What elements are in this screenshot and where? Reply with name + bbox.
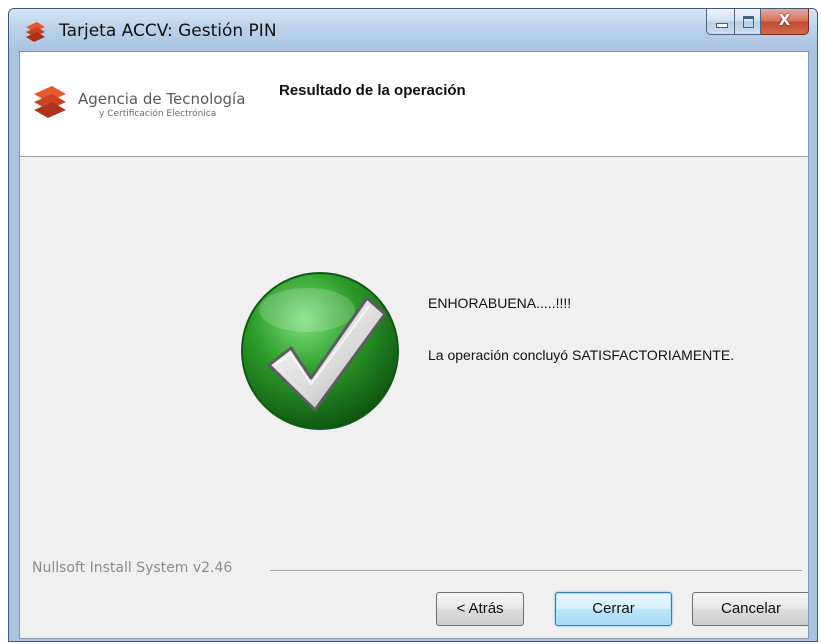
back-button[interactable]: < Atrás bbox=[436, 592, 524, 626]
branding-divider bbox=[270, 570, 802, 572]
window-controls: X bbox=[706, 9, 809, 35]
close-window-button[interactable]: X bbox=[761, 9, 809, 35]
maximize-button[interactable] bbox=[734, 9, 761, 35]
accv-logo-icon bbox=[34, 86, 66, 118]
success-message-heading: ENHORABUENA.....!!!! bbox=[428, 295, 572, 311]
cancel-button[interactable]: Cancelar bbox=[692, 592, 808, 626]
logo-agency-name: Agencia de Tecnología bbox=[78, 90, 246, 108]
logo-agency-subtitle: y Certificación Electrónica bbox=[99, 109, 217, 119]
close-button[interactable]: Cerrar bbox=[555, 592, 672, 626]
success-checkmark-icon bbox=[241, 272, 399, 430]
success-message-detail: La operación concluyó SATISFACTORIAMENTE… bbox=[428, 347, 735, 363]
maximize-icon bbox=[743, 16, 754, 28]
page-title: Resultado de la operación bbox=[279, 82, 466, 99]
dialog-body: Agencia de Tecnología y Certificación El… bbox=[19, 51, 809, 639]
window-title: Tarjeta ACCV: Gestión PIN bbox=[59, 21, 277, 41]
installer-window: Tarjeta ACCV: Gestión PIN X Agencia de T… bbox=[8, 8, 818, 642]
minimize-icon bbox=[716, 23, 728, 28]
accv-app-icon bbox=[26, 22, 45, 42]
header-panel: Agencia de Tecnología y Certificación El… bbox=[20, 52, 808, 157]
minimize-button[interactable] bbox=[706, 9, 734, 35]
installer-branding: Nullsoft Install System v2.46 bbox=[32, 560, 239, 576]
close-icon: X bbox=[778, 11, 791, 29]
title-bar[interactable]: Tarjeta ACCV: Gestión PIN X bbox=[9, 9, 817, 51]
